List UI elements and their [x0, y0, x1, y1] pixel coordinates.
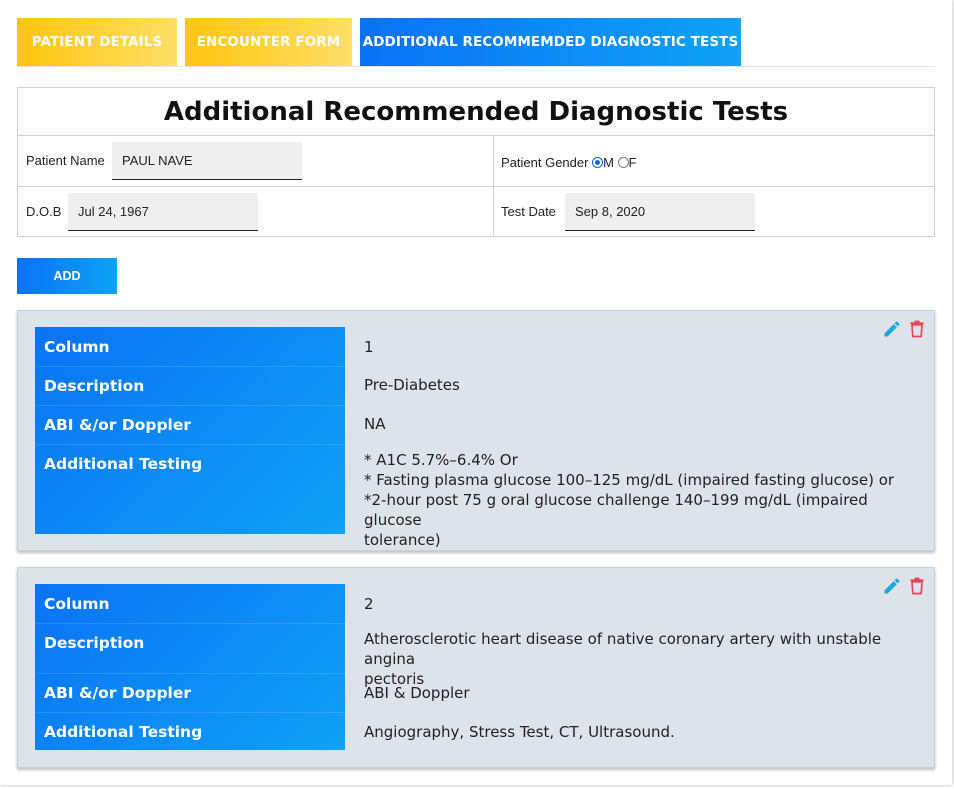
row-divider: [35, 673, 345, 674]
trash-icon[interactable]: [907, 319, 927, 339]
additional-testing-line: *2-hour post 75 g oral glucose challenge…: [364, 491, 868, 529]
tab-additional-tests[interactable]: ADDITIONAL RECOMMEMDED DIAGNOSTIC TESTS: [360, 18, 741, 66]
gender-label-text: Patient Gender: [501, 155, 589, 170]
diagnostic-test-card: Column Description ABI &/or Doppler Addi…: [17, 310, 935, 551]
tab-patient-details[interactable]: PATIENT DETAILS: [17, 18, 177, 66]
row-divider: [35, 444, 345, 445]
column-label: Column: [44, 595, 110, 613]
page-title: Additional Recommended Diagnostic Tests: [18, 88, 934, 136]
column-value: 2: [364, 595, 374, 613]
divider: [493, 136, 494, 237]
description-value: Pre-Diabetes: [364, 376, 460, 394]
test-date-input[interactable]: Sep 8, 2020: [565, 193, 755, 231]
patient-info-form: Additional Recommended Diagnostic Tests …: [17, 87, 935, 237]
dob-label: D.O.B: [26, 204, 62, 219]
row-divider: [35, 623, 345, 624]
patient-gender-label: Patient Gender M F: [501, 155, 637, 170]
divider: [18, 186, 934, 187]
row-divider: [35, 366, 345, 367]
patient-name-input[interactable]: PAUL NAVE: [112, 142, 302, 180]
gender-option-m: M: [603, 155, 614, 170]
add-button[interactable]: ADD: [17, 258, 117, 294]
page-frame: PATIENT DETAILS ENCOUNTER FORM ADDITIONA…: [0, 0, 952, 785]
column-value: 1: [364, 338, 374, 356]
additional-testing-line: tolerance): [364, 531, 441, 549]
additional-testing-label: Additional Testing: [44, 723, 203, 741]
test-date-label: Test Date: [501, 204, 556, 219]
diagnostic-test-card: Column Description ABI &/or Doppler Addi…: [17, 567, 935, 768]
tab-encounter-form[interactable]: ENCOUNTER FORM: [185, 18, 352, 66]
gender-option-f: F: [628, 155, 637, 170]
gender-radio-m[interactable]: [592, 157, 604, 168]
abi-doppler-value: ABI & Doppler: [364, 684, 470, 702]
description-value: Atherosclerotic heart disease of native …: [364, 629, 924, 689]
description-label: Description: [44, 634, 145, 652]
patient-name-label: Patient Name: [26, 153, 105, 168]
gender-radio-f[interactable]: [617, 157, 629, 168]
abi-doppler-label: ABI &/or Doppler: [44, 684, 192, 702]
row-divider: [35, 405, 345, 406]
description-label: Description: [44, 377, 145, 395]
additional-testing-value: * A1C 5.7%–6.4% Or * Fasting plasma gluc…: [364, 450, 924, 550]
description-line: Atherosclerotic heart disease of native …: [364, 630, 882, 668]
additional-testing-line: * A1C 5.7%–6.4% Or: [364, 451, 518, 469]
tab-divider: [17, 66, 935, 67]
abi-doppler-value: NA: [364, 415, 386, 433]
row-divider: [35, 712, 345, 713]
additional-testing-label: Additional Testing: [44, 455, 203, 473]
additional-testing-line: * Fasting plasma glucose 100–125 mg/dL (…: [364, 471, 895, 489]
dob-input[interactable]: Jul 24, 1967: [68, 193, 258, 231]
trash-icon[interactable]: [907, 576, 927, 596]
abi-doppler-label: ABI &/or Doppler: [44, 416, 192, 434]
pencil-icon[interactable]: [882, 576, 902, 596]
column-label: Column: [44, 338, 110, 356]
additional-testing-value: Angiography, Stress Test, CT, Ultrasound…: [364, 723, 675, 741]
pencil-icon[interactable]: [882, 319, 902, 339]
